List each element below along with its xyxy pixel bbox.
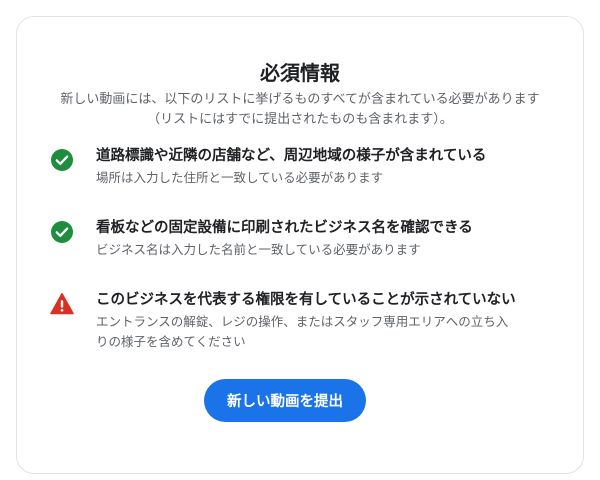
check-circle-icon [50, 220, 74, 244]
requirement-heading: 看板などの固定設備に印刷されたビジネス名を確認できる [96, 220, 473, 236]
dialog-subtitle: 新しい動画には、以下のリストに挙げるものすべてが含まれている必要があります （リ… [47, 90, 553, 130]
requirement-description-line-2: りの様子を含めてください [96, 334, 246, 349]
requirement-description: ビジネス名は入力した名前と一致している必要があります [96, 242, 421, 257]
dialog-title: 必須情報 [260, 61, 340, 85]
submit-new-video-button[interactable]: 新しい動画を提出 [204, 379, 366, 422]
requirement-heading: 道路標識や近隣の店舗など、周辺地域の様子が含まれている [96, 148, 487, 164]
check-circle-icon [50, 148, 74, 172]
subtitle-line-1: 新しい動画には、以下のリストに挙げるものすべてが含まれている必要があります [60, 92, 540, 107]
warning-icon [50, 292, 74, 316]
requirement-heading: このビジネスを代表する権限を有していることが示されていない [96, 292, 516, 308]
requirement-description-line-1: エントランスの解錠、レジの操作、またはスタッフ専用エリアへの立ち入 [96, 314, 509, 329]
subtitle-line-2: （リストにはすでに提出されたものも含まれます）。 [147, 112, 453, 127]
requirement-description: 場所は入力した住所と一致している必要があります [96, 170, 384, 185]
